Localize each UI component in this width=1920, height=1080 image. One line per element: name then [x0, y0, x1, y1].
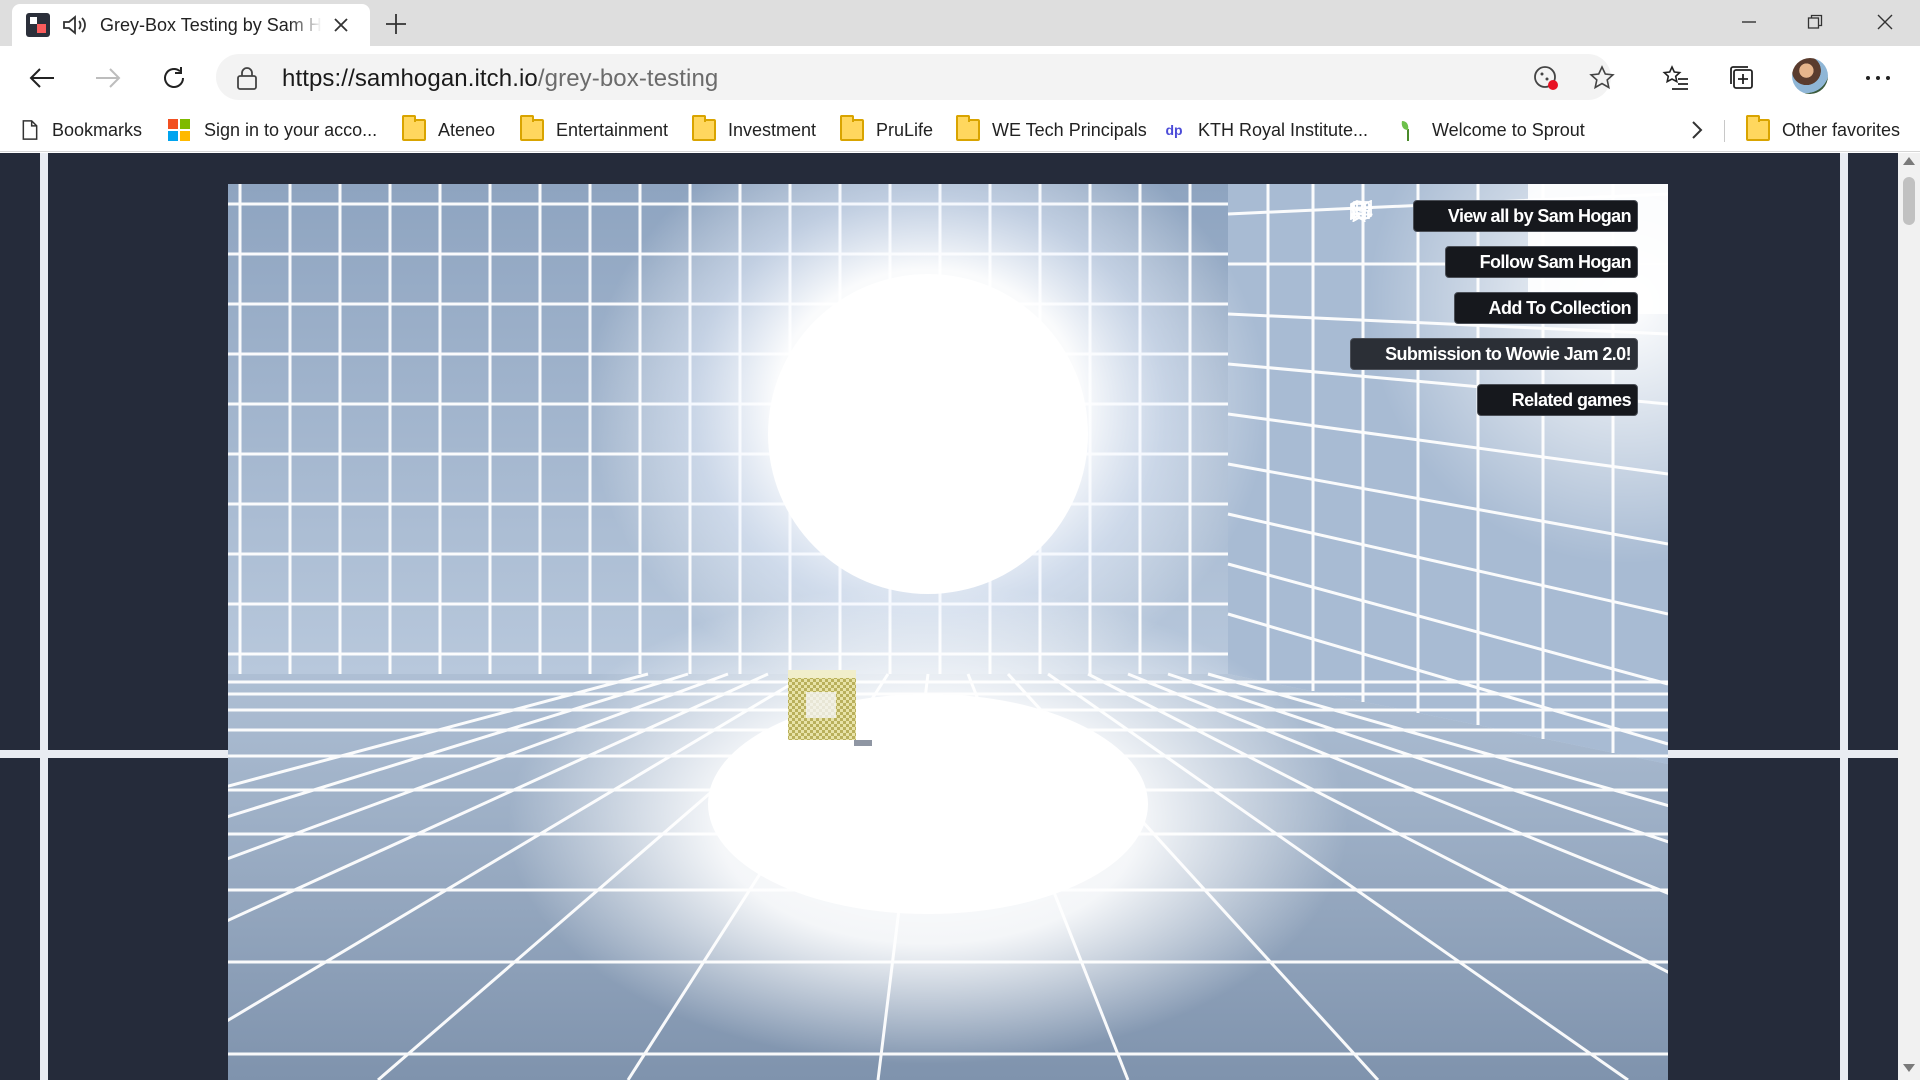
bookmarks-bar: Bookmarks Sign in to your acco... Ateneo…	[0, 108, 1920, 152]
tracking-cookie-icon[interactable]	[1532, 64, 1560, 92]
refresh-icon[interactable]	[152, 56, 196, 100]
page-scrollbar[interactable]	[1898, 153, 1920, 1080]
folder-icon	[692, 115, 716, 141]
lock-icon[interactable]	[236, 66, 258, 90]
bookmark-sprout[interactable]: Welcome to Sprout	[1396, 116, 1585, 144]
folder-icon	[956, 115, 980, 141]
favorites-list-icon[interactable]	[1656, 58, 1696, 98]
more-options-icon[interactable]	[1858, 58, 1898, 98]
page-icon	[22, 120, 38, 140]
folder-icon	[402, 115, 426, 141]
close-window-icon[interactable]	[1852, 0, 1918, 44]
browser-toolbar: https://samhogan.itch.io/grey-box-testin…	[0, 46, 1920, 108]
title-bar: Grey-Box Testing by Sam Hogan	[0, 0, 1920, 46]
minimize-icon[interactable]	[1716, 0, 1782, 44]
collections-icon[interactable]	[1722, 58, 1762, 98]
scroll-thumb[interactable]	[1903, 177, 1915, 225]
folder-icon	[520, 115, 544, 141]
bookmarks-divider	[1724, 120, 1725, 142]
map-icon	[1350, 200, 1506, 411]
url-text[interactable]: https://samhogan.itch.io/grey-box-testin…	[282, 65, 718, 93]
favorite-star-icon[interactable]	[1588, 64, 1616, 92]
back-arrow-icon[interactable]	[20, 56, 64, 100]
speaker-audio-icon[interactable]	[62, 14, 88, 36]
follow-user-icon	[1350, 201, 1474, 273]
add-to-collection-button[interactable]: Add To Collection	[1351, 203, 1638, 324]
jam-submission-button[interactable]: Submission to Wowie Jam 2.0!	[1350, 200, 1638, 370]
bookmark-ateneo[interactable]: Ateneo	[402, 115, 495, 144]
forward-arrow-icon[interactable]	[86, 56, 130, 100]
bookmark-entertainment[interactable]: Entertainment	[520, 115, 668, 144]
restore-icon[interactable]	[1782, 0, 1848, 44]
scroll-up-arrow-icon[interactable]	[1903, 157, 1915, 165]
follow-button[interactable]: Follow Sam Hogan	[1350, 201, 1638, 278]
bg-stripe	[0, 750, 228, 758]
bg-stripe	[40, 153, 48, 1080]
address-bar[interactable]: https://samhogan.itch.io/grey-box-testin…	[216, 54, 1615, 100]
store-icon	[1351, 201, 1442, 227]
browser-tab[interactable]: Grey-Box Testing by Sam Hogan	[12, 4, 370, 46]
page-content: View all by Sam Hogan Follow Sam Hogan A…	[0, 153, 1898, 1080]
add-list-icon	[1351, 203, 1483, 319]
folder-icon	[1746, 115, 1770, 141]
tab-close-icon[interactable]	[330, 14, 352, 36]
tab-title: Grey-Box Testing by Sam Hogan	[100, 14, 322, 35]
itchio-favicon-icon	[26, 13, 50, 37]
bookmark-other-favorites[interactable]: Other favorites	[1746, 115, 1900, 144]
folder-icon	[840, 115, 864, 141]
bookmark-kth[interactable]: dp KTH Royal Institute...	[1162, 116, 1368, 144]
bg-stripe	[1840, 153, 1848, 1080]
dp-icon: dp	[1165, 122, 1183, 138]
new-tab-plus-icon[interactable]	[380, 8, 412, 40]
bookmark-sign-in[interactable]: Sign in to your acco...	[168, 116, 377, 144]
bookmark-investment[interactable]: Investment	[692, 115, 816, 144]
scroll-down-arrow-icon[interactable]	[1903, 1064, 1915, 1072]
bookmark-prulife[interactable]: PruLife	[840, 115, 933, 144]
award-icon	[1351, 200, 1379, 365]
side-buttons: View all by Sam Hogan Follow Sam Hogan A…	[1350, 200, 1638, 416]
profile-avatar[interactable]	[1792, 58, 1828, 94]
view-all-button[interactable]: View all by Sam Hogan	[1351, 200, 1638, 232]
game-canvas[interactable]: View all by Sam Hogan Follow Sam Hogan A…	[228, 184, 1668, 1080]
related-games-button[interactable]: Related games	[1350, 200, 1638, 416]
bookmark-we-tech-principals[interactable]: WE Tech Principals	[956, 115, 1147, 144]
bookmarks-overflow-chevron-icon[interactable]	[1690, 116, 1704, 144]
sprout-icon	[1401, 121, 1409, 141]
microsoft-logo-icon	[168, 119, 192, 141]
bg-stripe	[1668, 750, 1898, 758]
bookmark-bookmarks[interactable]: Bookmarks	[20, 116, 142, 144]
